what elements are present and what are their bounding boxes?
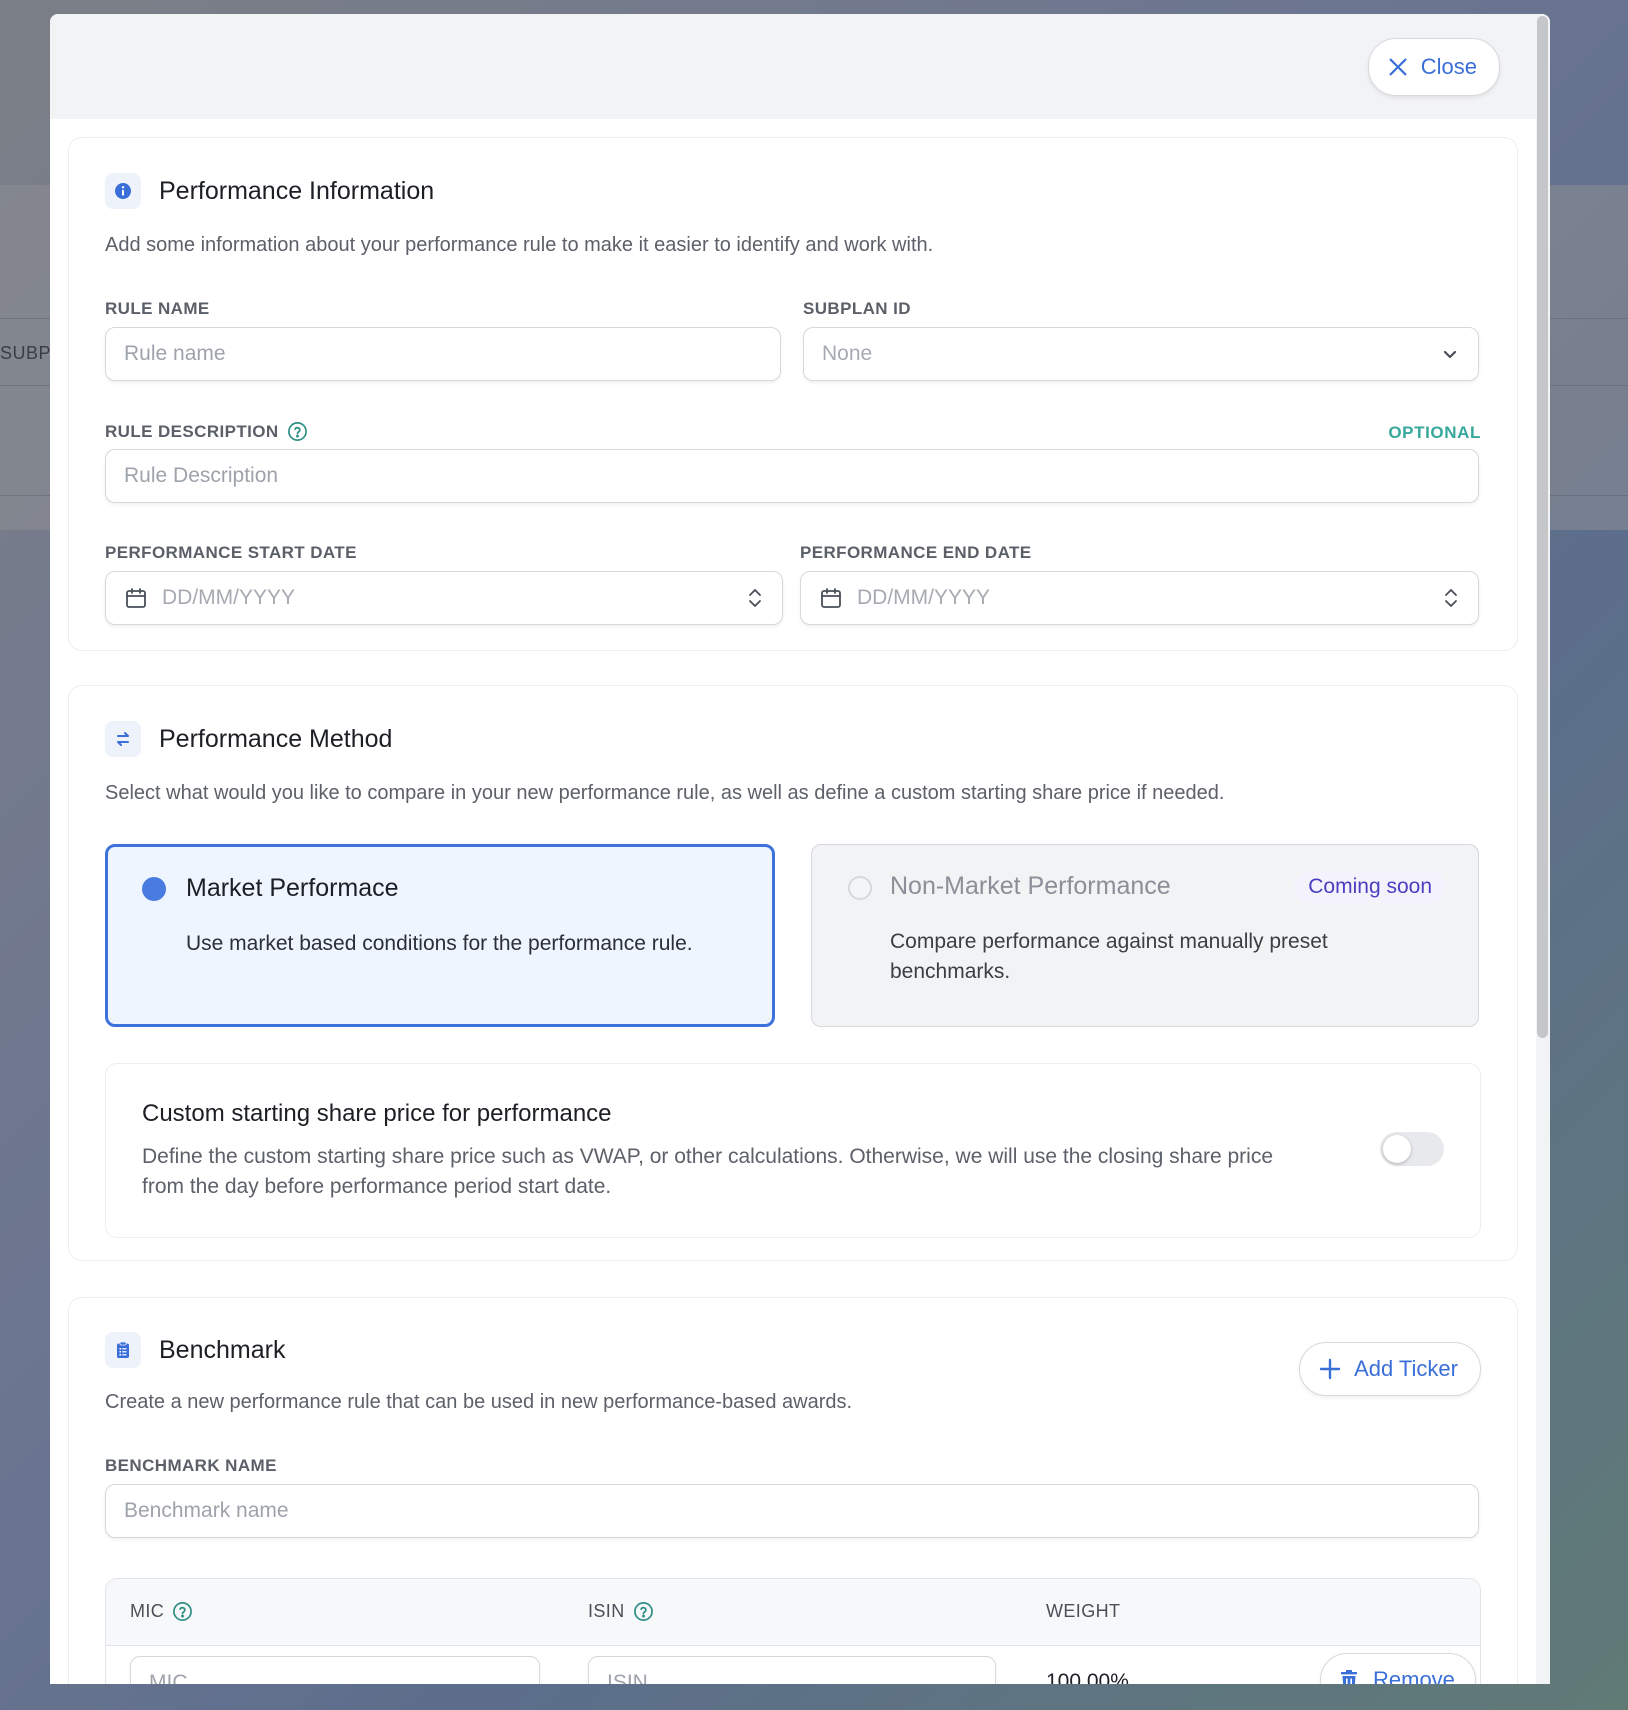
modal-header: Close	[50, 14, 1536, 119]
performance-method-title: Performance Method	[159, 724, 393, 753]
custom-share-price-card: Custom starting share price for performa…	[105, 1063, 1481, 1238]
clipboard-icon-wrapper	[105, 1332, 141, 1368]
subplan-id-selected-value: None	[822, 342, 873, 365]
start-date-label-text: PERFORMANCE START DATE	[105, 543, 357, 562]
close-button[interactable]: Close	[1367, 38, 1500, 96]
rule-name-label: RULE NAME	[105, 299, 210, 319]
performance-information-title: Performance Information	[159, 176, 435, 205]
end-date-label: PERFORMANCE END DATE	[800, 543, 1032, 563]
end-date-label-text: PERFORMANCE END DATE	[800, 543, 1032, 562]
performance-information-header: Performance Information	[105, 173, 434, 209]
optional-tag: OPTIONAL	[1388, 423, 1481, 442]
isin-input[interactable]	[588, 1656, 996, 1684]
column-header-isin: ISIN	[588, 1601, 654, 1622]
help-circle-icon[interactable]	[172, 1601, 193, 1622]
help-circle-icon[interactable]	[633, 1601, 654, 1622]
modal-scrollbar-thumb[interactable]	[1537, 16, 1548, 1038]
non-market-performance-option: Non-Market Performance Coming soon Compa…	[811, 844, 1479, 1027]
add-ticker-button[interactable]: Add Ticker	[1299, 1342, 1481, 1396]
subplan-id-select[interactable]: None	[803, 327, 1479, 381]
info-icon-wrapper	[105, 173, 141, 209]
benchmark-header: Benchmark	[105, 1332, 285, 1368]
stepper-arrows-icon[interactable]	[746, 586, 764, 610]
calendar-icon	[126, 588, 146, 608]
performance-information-subtitle: Add some information about your performa…	[105, 234, 934, 256]
custom-share-price-description: Define the custom starting share price s…	[142, 1145, 1274, 1198]
column-header-mic: MIC	[130, 1601, 193, 1622]
chevron-down-icon	[1443, 350, 1457, 359]
rule-description-input[interactable]	[105, 449, 1479, 503]
benchmark-card: Benchmark Create a new performance rule …	[68, 1297, 1518, 1684]
coming-soon-badge: Coming soon	[1294, 871, 1446, 903]
subplan-id-label: SUBPLAN ID	[803, 299, 911, 319]
help-circle-icon[interactable]	[287, 421, 308, 442]
stepper-arrows-icon[interactable]	[1442, 586, 1460, 610]
benchmark-subtitle: Create a new performance rule that can b…	[105, 1391, 853, 1413]
close-icon	[1389, 58, 1407, 76]
remove-ticker-label: Remove	[1373, 1667, 1455, 1684]
performance-method-header: Performance Method	[105, 721, 392, 757]
rule-name-label-text: RULE NAME	[105, 299, 210, 318]
non-market-performance-description: Compare performance against manually pre…	[890, 930, 1328, 983]
custom-share-price-title: Custom starting share price for performa…	[142, 1100, 612, 1127]
info-icon	[115, 183, 131, 199]
market-performance-title: Market Performace	[186, 874, 399, 902]
swap-arrows-icon	[117, 732, 129, 746]
plus-icon	[1319, 1358, 1341, 1380]
trash-icon	[1341, 1670, 1357, 1684]
add-ticker-label: Add Ticker	[1354, 1356, 1458, 1381]
ticker-table-header: MIC ISIN WEIGHT	[106, 1579, 1480, 1646]
non-market-performance-radio	[848, 876, 872, 900]
performance-method-card: Performance Method Select what would you…	[68, 685, 1518, 1261]
market-performance-option[interactable]: Market Performace Use market based condi…	[105, 844, 775, 1027]
column-header-isin-label: ISIN	[588, 1601, 625, 1621]
rule-description-label: RULE DESCRIPTION	[105, 421, 308, 442]
background-column-header: SUBP	[0, 343, 52, 363]
rule-description-label-text: RULE DESCRIPTION	[105, 421, 279, 441]
calendar-icon	[821, 588, 841, 608]
column-header-weight: WEIGHT	[1046, 1601, 1120, 1622]
benchmark-name-input[interactable]	[105, 1484, 1479, 1538]
mic-input[interactable]	[130, 1656, 540, 1684]
start-date-placeholder: DD/MM/YYYY	[162, 586, 296, 609]
weight-value: 100.00%	[1046, 1670, 1129, 1684]
benchmark-name-label-text: BENCHMARK NAME	[105, 1456, 277, 1475]
market-performance-radio[interactable]	[142, 877, 166, 901]
benchmark-title: Benchmark	[159, 1335, 286, 1364]
subplan-id-label-text: SUBPLAN ID	[803, 299, 911, 318]
clipboard-list-icon	[117, 1341, 129, 1358]
market-performance-description: Use market based conditions for the perf…	[186, 932, 693, 955]
column-header-weight-label: WEIGHT	[1046, 1601, 1121, 1621]
swap-icon-wrapper	[105, 721, 141, 757]
column-header-mic-label: MIC	[130, 1601, 165, 1621]
close-button-label: Close	[1420, 54, 1477, 79]
ticker-table: MIC ISIN WEIGHT MIC ISIN 100.00% Remove	[105, 1578, 1481, 1684]
performance-information-card: Performance Information Add some informa…	[68, 137, 1518, 651]
toggle-knob	[1383, 1135, 1411, 1163]
rule-name-input[interactable]	[105, 327, 781, 381]
start-date-label: PERFORMANCE START DATE	[105, 543, 357, 563]
remove-ticker-button[interactable]: Remove	[1320, 1653, 1476, 1684]
performance-rule-modal: Close Performance Information Add some i…	[50, 14, 1550, 1684]
performance-method-subtitle: Select what would you like to compare in…	[105, 782, 1225, 804]
custom-share-price-toggle[interactable]	[1380, 1132, 1444, 1166]
benchmark-name-label: BENCHMARK NAME	[105, 1456, 277, 1476]
end-date-placeholder: DD/MM/YYYY	[857, 586, 991, 609]
end-date-picker[interactable]: DD/MM/YYYY	[800, 571, 1479, 625]
non-market-performance-title: Non-Market Performance	[890, 872, 1171, 900]
start-date-picker[interactable]: DD/MM/YYYY	[105, 571, 783, 625]
